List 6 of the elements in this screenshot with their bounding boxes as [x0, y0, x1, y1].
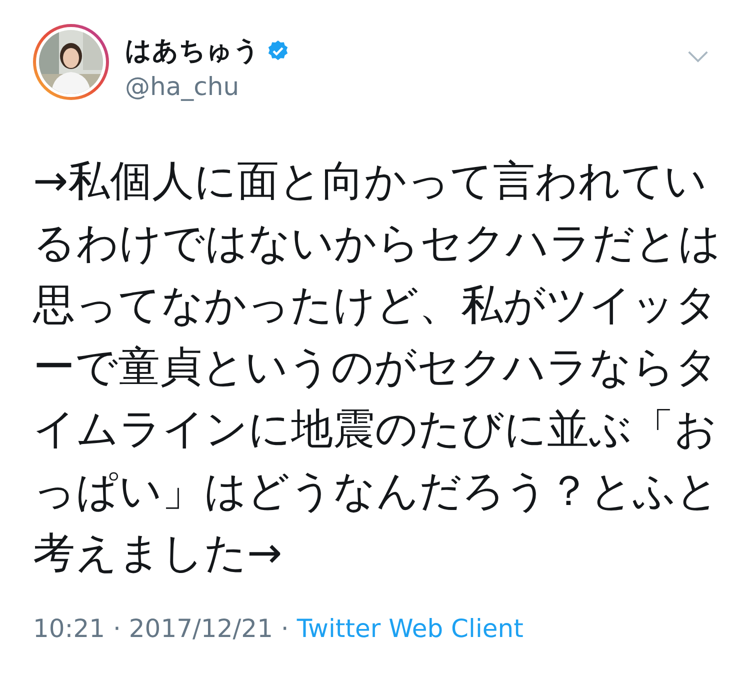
- chevron-down-icon[interactable]: [687, 50, 709, 63]
- author-name: はあちゅう: [125, 35, 260, 68]
- author-handle[interactable]: @ha_chu: [125, 70, 687, 104]
- tweet-timestamp: 10:21 · 2017/12/21 ·: [33, 613, 289, 645]
- source-link[interactable]: Twitter Web Client: [296, 612, 524, 646]
- tweet-text: →私個人に面と向かって言われているわけではないからセクハラだとは思ってなかったけど、私がツイッターで童貞というのがセクハラならタイムラインに地震のたびに並ぶ「おっぱい」はどうなんだろう？とふと考えました→: [33, 155, 722, 579]
